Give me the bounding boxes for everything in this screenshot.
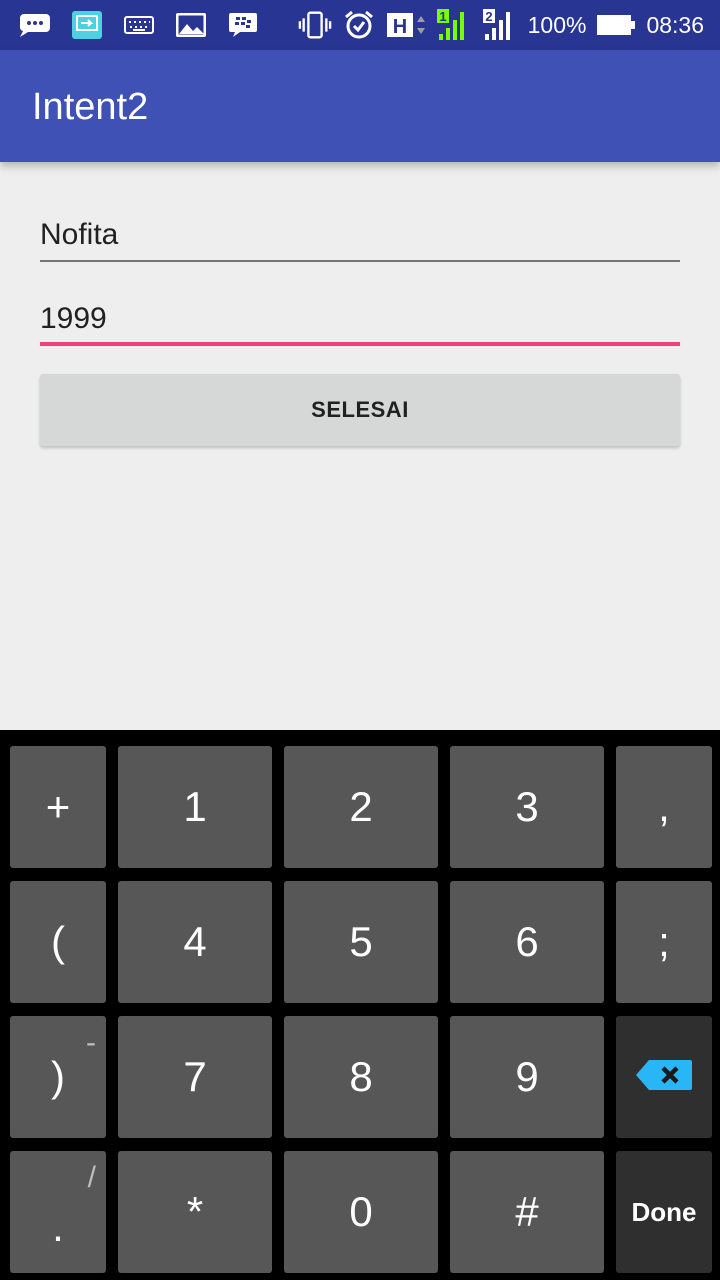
app-bar: Intent2 xyxy=(0,50,720,162)
key-asterisk-label: * xyxy=(186,1188,204,1235)
key-close-paren-label: ) xyxy=(51,1053,65,1100)
key-0-label: 0 xyxy=(349,1188,373,1235)
key-hash[interactable]: # xyxy=(450,1151,604,1273)
year-field[interactable]: 1999 xyxy=(40,286,680,346)
key-4[interactable]: 4 xyxy=(118,881,272,1003)
key-open-paren[interactable]: ( xyxy=(10,881,106,1003)
key-done-label: Done xyxy=(631,1196,697,1227)
key-asterisk[interactable]: * xyxy=(118,1151,272,1273)
key-backspace[interactable] xyxy=(616,1016,712,1138)
key-close-paren-sub: - xyxy=(86,1026,96,1059)
year-field-underline xyxy=(40,342,680,346)
key-done[interactable]: Done xyxy=(616,1151,712,1273)
key-period[interactable]: . / xyxy=(10,1151,106,1273)
key-5[interactable]: 5 xyxy=(284,881,438,1003)
key-8[interactable]: 8 xyxy=(284,1016,438,1138)
key-4-label: 4 xyxy=(183,918,207,965)
key-6[interactable]: 6 xyxy=(450,881,604,1003)
key-plus[interactable]: + xyxy=(10,746,106,868)
key-0[interactable]: 0 xyxy=(284,1151,438,1273)
key-open-paren-label: ( xyxy=(51,918,65,965)
key-comma[interactable]: , xyxy=(616,746,712,868)
status-bar: H 1 2 100% 08:36 xyxy=(0,0,720,50)
notification-icons xyxy=(18,10,260,40)
key-period-label: . xyxy=(52,1203,64,1250)
key-7-label: 7 xyxy=(183,1053,207,1100)
system-icons: H 1 2 100% 08:36 xyxy=(298,8,704,42)
svg-text:H: H xyxy=(392,16,406,38)
key-7[interactable]: 7 xyxy=(118,1016,272,1138)
key-5-label: 5 xyxy=(349,918,373,965)
key-8-label: 8 xyxy=(349,1053,373,1100)
screen-share-icon xyxy=(70,10,104,40)
key-2[interactable]: 2 xyxy=(284,746,438,868)
signal-sim2-icon: 2 xyxy=(482,9,518,40)
key-1-label: 1 xyxy=(183,783,207,830)
key-3[interactable]: 3 xyxy=(450,746,604,868)
key-6-label: 6 xyxy=(515,918,539,965)
gallery-icon xyxy=(174,10,208,40)
backspace-icon xyxy=(635,1053,693,1101)
year-field-value: 1999 xyxy=(40,302,107,335)
key-period-sub: / xyxy=(87,1161,96,1194)
bbm-icon xyxy=(226,10,260,40)
app-title: Intent2 xyxy=(32,86,149,128)
keyboard-icon xyxy=(122,10,156,40)
svg-text:1: 1 xyxy=(439,9,446,24)
numeric-keyboard: + 1 2 3 , ( 4 5 6 ; ) - 7 8 9 . / * 0 # Do… xyxy=(0,730,720,1280)
key-hash-label: # xyxy=(515,1188,539,1235)
battery-percent: 100% xyxy=(527,11,587,38)
key-9-label: 9 xyxy=(515,1053,539,1100)
signal-sim1-icon: 1 xyxy=(436,9,472,40)
name-field[interactable]: Nofita xyxy=(40,202,680,262)
alarm-icon xyxy=(342,10,376,40)
key-plus-label: + xyxy=(45,783,71,830)
vibrate-icon xyxy=(298,10,332,40)
key-9[interactable]: 9 xyxy=(450,1016,604,1138)
clock: 08:36 xyxy=(646,11,704,38)
selesai-button[interactable]: SELESAI xyxy=(40,374,680,446)
svg-text:2: 2 xyxy=(485,9,492,24)
name-field-underline xyxy=(40,260,680,262)
chat-bubble-icon xyxy=(18,10,52,40)
key-semicolon-label: ; xyxy=(658,918,670,965)
key-1[interactable]: 1 xyxy=(118,746,272,868)
h-network-icon: H xyxy=(386,10,426,40)
name-field-value: Nofita xyxy=(40,218,119,251)
key-semicolon[interactable]: ; xyxy=(616,881,712,1003)
key-2-label: 2 xyxy=(349,783,373,830)
key-3-label: 3 xyxy=(515,783,539,830)
battery-icon xyxy=(596,10,636,40)
key-comma-label: , xyxy=(658,783,670,830)
key-close-paren[interactable]: ) - xyxy=(10,1016,106,1138)
